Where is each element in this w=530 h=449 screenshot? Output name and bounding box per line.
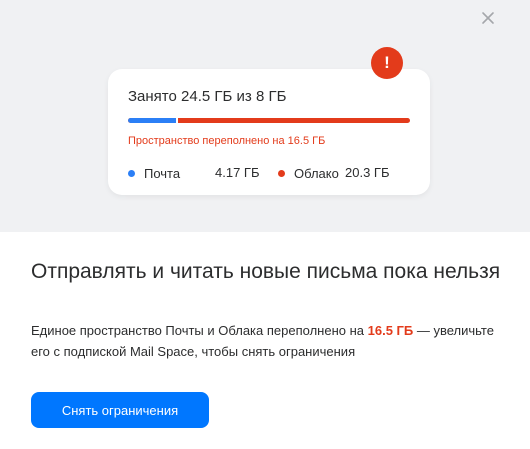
overflow-warning-text: Пространство переполнено на 16.5 ГБ xyxy=(128,135,326,147)
bar-separator xyxy=(176,118,178,123)
close-button[interactable] xyxy=(474,4,502,32)
storage-progress-bar xyxy=(128,118,410,123)
remove-limits-button[interactable]: Снять ограничения xyxy=(31,392,209,428)
storage-used-title: Занято 24.5 ГБ из 8 ГБ xyxy=(128,88,287,105)
storage-card: Занято 24.5 ГБ из 8 ГБ Пространство пере… xyxy=(108,69,430,195)
legend-item-mail: Почта xyxy=(128,165,180,181)
overflow-amount: 16.5 ГБ xyxy=(367,323,414,338)
legend-label-mail: Почта xyxy=(144,165,181,181)
legend-item-cloud: Облако xyxy=(278,165,339,181)
close-icon xyxy=(482,12,494,24)
legend-label-cloud: Облако xyxy=(294,165,339,181)
mail-dot-icon xyxy=(128,169,135,177)
legend-value-mail: 4.17 ГБ xyxy=(215,165,260,180)
cloud-dot-icon xyxy=(278,169,285,177)
mail-usage-fill xyxy=(128,118,176,123)
exclamation-icon: ! xyxy=(371,47,403,79)
page-title: Отправлять и читать новые письма пока не… xyxy=(31,260,501,283)
legend-value-cloud: 20.3 ГБ xyxy=(345,165,390,180)
description-part-1: Единое пространство Почты и Облака переп… xyxy=(31,323,368,338)
description-text: Единое пространство Почты и Облака переп… xyxy=(31,320,511,362)
